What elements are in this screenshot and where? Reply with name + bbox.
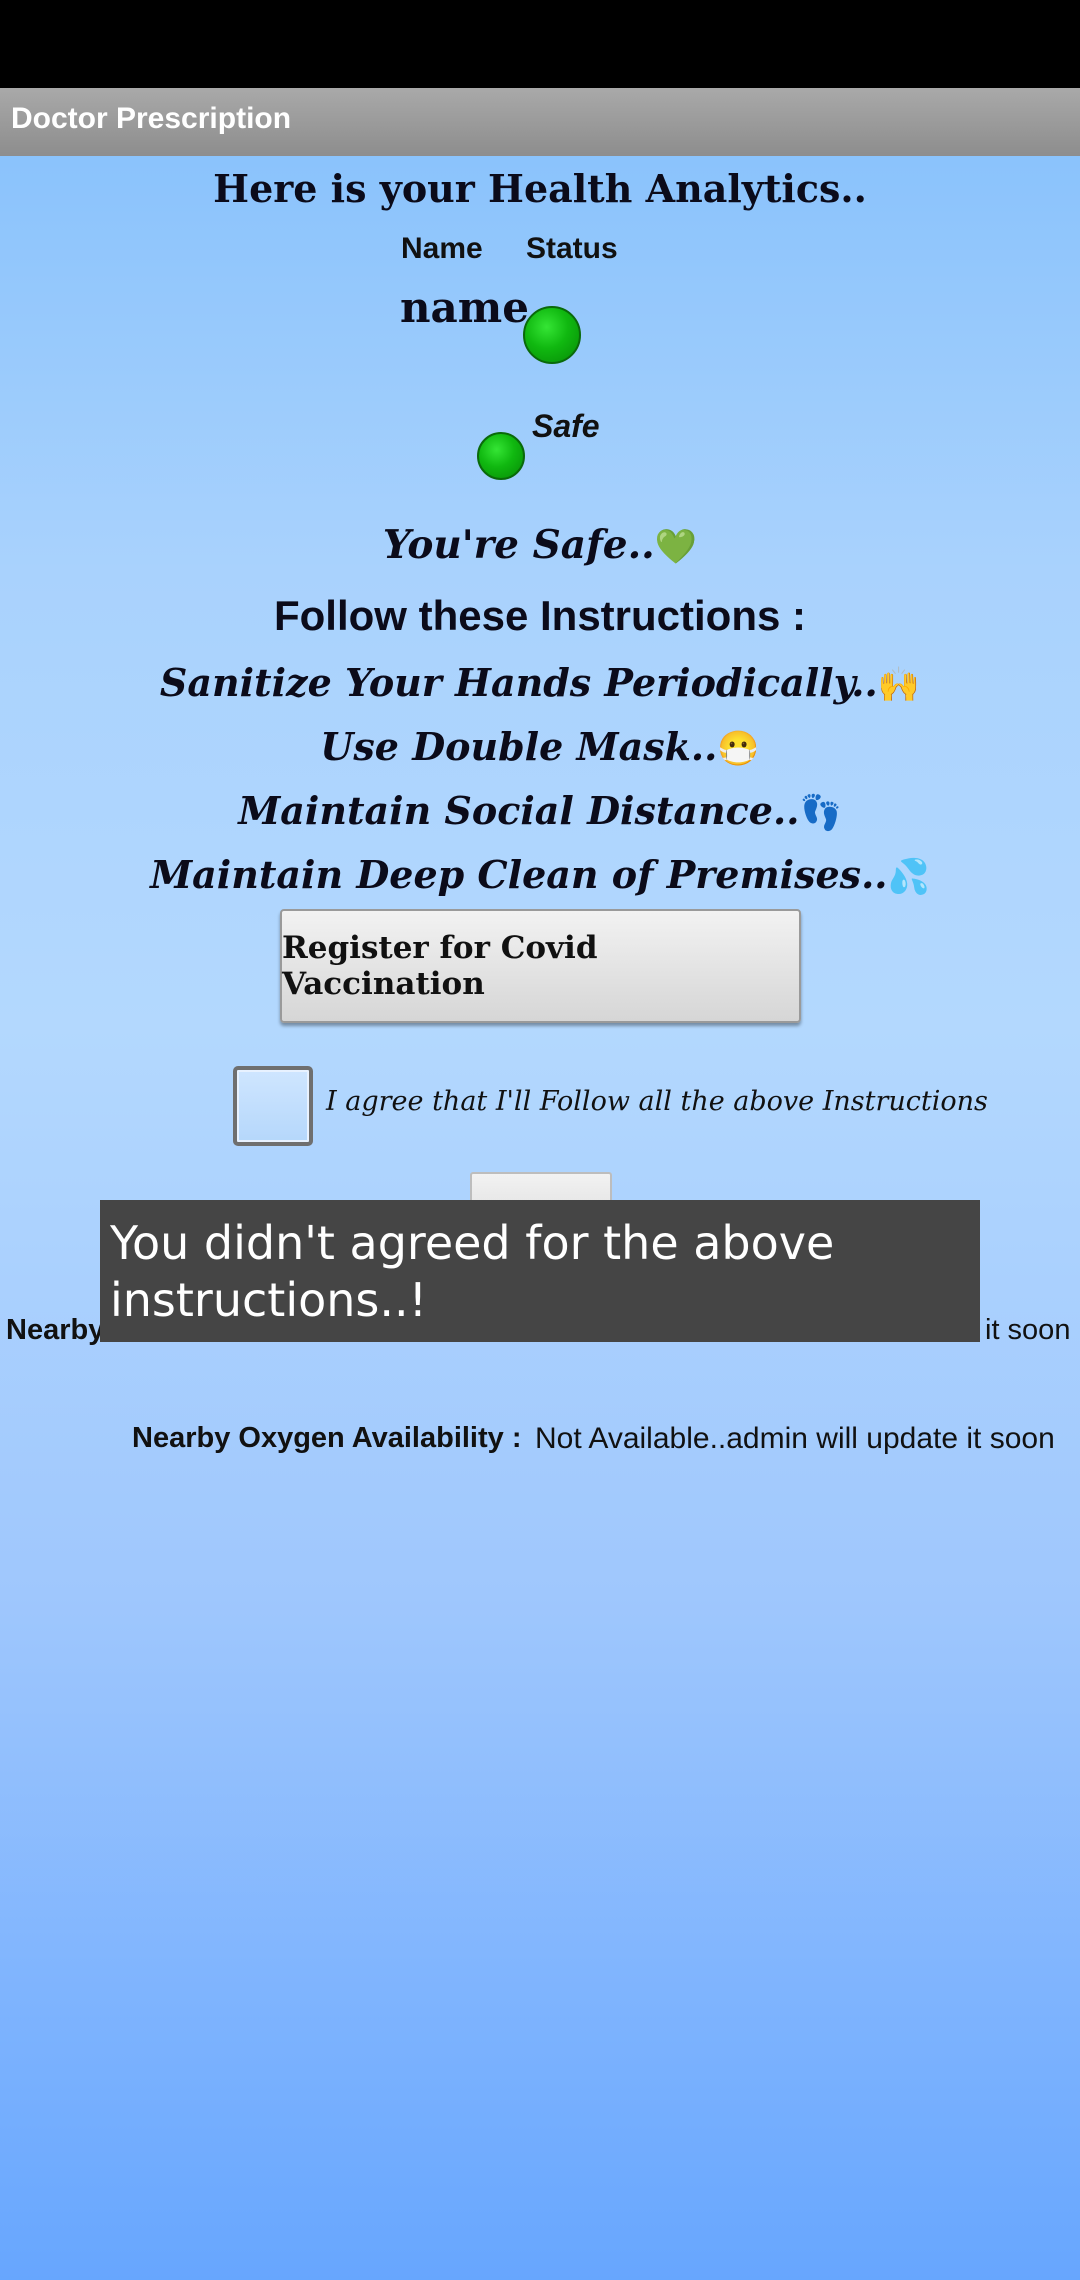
instruction-text: Maintain Social Distance.. [238, 788, 800, 833]
availability-row-value: it soon [985, 1314, 1071, 1346]
raised-hands-icon: 🙌 [877, 665, 921, 705]
column-header-status: Status [526, 232, 618, 265]
water-drops-icon: 💦 [887, 857, 930, 897]
agree-checkbox[interactable] [233, 1066, 313, 1146]
instruction-text: Use Double Mask.. [320, 724, 718, 769]
instruction-item: Maintain Deep Clean of Premises..💦 [0, 852, 1080, 897]
instructions-heading: Follow these Instructions : [273, 592, 807, 639]
instruction-text: Sanitize Your Hands Periodically.. [159, 660, 878, 705]
safe-indicator-icon [477, 432, 525, 480]
availability-row-label: Nearby [6, 1314, 104, 1347]
page-headline: Here is your Health Analytics.. [213, 166, 867, 211]
safe-message-text: You're Safe.. [382, 522, 655, 568]
oxygen-availability-label: Nearby Oxygen Availability : [132, 1422, 522, 1454]
instruction-item: Use Double Mask..😷 [0, 724, 1080, 769]
column-header-name: Name [401, 232, 483, 265]
instruction-item: Maintain Social Distance..👣 [0, 788, 1080, 833]
status-indicator-icon [523, 306, 581, 364]
green-heart-icon: 💚 [654, 527, 698, 567]
app-bar: Doctor Prescription [0, 88, 1080, 156]
status-bar [0, 0, 1080, 88]
patient-name: name [400, 283, 529, 332]
availability-row-label-text: Nearby [6, 1314, 105, 1346]
instruction-text: Maintain Deep Clean of Premises.. [150, 852, 888, 897]
footprints-icon: 👣 [799, 793, 842, 833]
mask-face-icon: 😷 [717, 729, 760, 769]
oxygen-availability-value: Not Available..admin will update it soon [535, 1422, 1055, 1455]
status-label: Safe [532, 408, 600, 444]
safe-message: You're Safe..💚 [0, 522, 1080, 568]
app-title: Doctor Prescription [11, 102, 292, 135]
toast-message: You didn't agreed for the above instruct… [100, 1200, 980, 1342]
agree-label[interactable]: I agree that I'll Follow all the above I… [326, 1086, 988, 1117]
register-vaccination-button[interactable]: Register for Covid Vaccination [280, 909, 801, 1023]
instruction-item: Sanitize Your Hands Periodically..🙌 [0, 660, 1080, 705]
